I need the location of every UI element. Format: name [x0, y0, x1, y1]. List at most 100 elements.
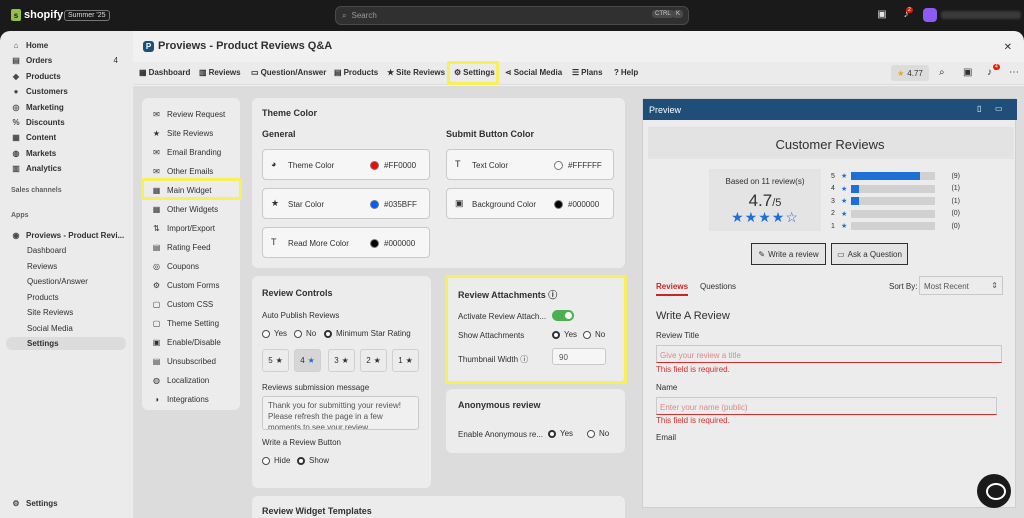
menu-review-request[interactable]: ✉ Review Request: [152, 107, 242, 121]
menu-enable-disable[interactable]: ▣ Enable/Disable: [152, 335, 242, 349]
menu-custom-css[interactable]: ▢ Custom CSS: [152, 297, 242, 311]
chat-bubble-icon[interactable]: [977, 474, 1011, 508]
menu-custom-forms[interactable]: ⚙ Custom Forms: [152, 278, 242, 292]
dashboard-icon: ▦: [139, 68, 147, 77]
store-icon[interactable]: ▣: [876, 9, 888, 21]
more-icon[interactable]: ⋯: [1009, 67, 1019, 78]
sidebar-item-marketing[interactable]: ◎ Marketing: [6, 101, 126, 114]
tab-label: Site Reviews: [396, 68, 446, 77]
menu-site-reviews[interactable]: ★ Site Reviews: [152, 126, 242, 140]
text-color-swatch[interactable]: [554, 161, 563, 170]
tab-questions[interactable]: Questions: [700, 282, 736, 291]
rating-badge[interactable]: ★ 4.77: [891, 65, 929, 81]
desktop-icon[interactable]: ▭: [995, 104, 1003, 113]
menu-integrations[interactable]: ◑ Integrations: [152, 392, 242, 406]
read-more-color-swatch[interactable]: [370, 239, 379, 248]
sales-channels-heading[interactable]: Sales channels: [11, 187, 62, 194]
sidebar-item-home[interactable]: ⌂ Home: [6, 39, 126, 52]
theme-color-swatch[interactable]: [370, 161, 379, 170]
avatar[interactable]: [923, 8, 937, 22]
menu-coupons[interactable]: ◎ Coupons: [152, 259, 242, 273]
mobile-icon[interactable]: ▯: [977, 104, 981, 113]
close-icon[interactable]: ✕: [1004, 42, 1012, 53]
tab-dashboard[interactable]: ▦ Dashboard: [139, 68, 190, 77]
sub-item-products[interactable]: Products: [6, 291, 126, 304]
anonymous-yes[interactable]: Yes: [548, 429, 573, 438]
apps-heading[interactable]: Apps: [11, 212, 29, 219]
sub-item-question-answer[interactable]: Question/Answer: [6, 275, 126, 288]
tab-products[interactable]: ▤ Products: [334, 68, 378, 77]
search-icon[interactable]: ⌕: [939, 67, 945, 78]
tab-social-media[interactable]: ⋖ Social Media: [505, 68, 562, 77]
sidebar-item-customers[interactable]: ● Customers: [6, 85, 126, 98]
theme-color-field[interactable]: ◕ Theme Color #FF0000: [262, 149, 430, 180]
sidebar-item-content[interactable]: ▦ Content: [6, 131, 126, 144]
gear-icon: ⚙: [12, 498, 20, 508]
widgets-icon: ▦: [152, 204, 161, 214]
sidebar-item-analytics[interactable]: ▥ Analytics: [6, 162, 126, 175]
user-name-blurred[interactable]: [941, 11, 1021, 19]
sidebar-item-settings[interactable]: ⚙ Settings: [6, 497, 126, 510]
auto-publish-no[interactable]: No: [294, 329, 316, 338]
tab-question-answer[interactable]: ▭ Question/Answer: [251, 68, 326, 77]
menu-label: Other Emails: [167, 166, 214, 176]
review-title-input[interactable]: Give your review a title: [656, 345, 1002, 363]
bar-fill: [851, 184, 859, 193]
write-review-button[interactable]: ✎ Write a review: [751, 243, 826, 265]
list-icon: ☰: [572, 68, 580, 77]
read-more-color-field[interactable]: T Read More Color #000000: [262, 227, 430, 258]
sidebar-item-products[interactable]: ◆ Products: [6, 70, 126, 83]
tab-label: Question/Answer: [260, 68, 327, 77]
write-button-show[interactable]: Show: [297, 456, 329, 465]
menu-email-branding[interactable]: ✉ Email Branding: [152, 145, 242, 159]
sub-item-settings[interactable]: Settings: [6, 337, 126, 350]
shopify-logo[interactable]: s shopify: [11, 9, 63, 21]
menu-import-export[interactable]: ⇅ Import/Export: [152, 221, 242, 235]
star-icon: ★: [841, 185, 848, 193]
sidebar-app-proviews[interactable]: ◉ Proviews - Product Revi...: [6, 229, 126, 242]
background-color-field[interactable]: ▣ Background Color #000000: [446, 188, 614, 219]
submission-message-input[interactable]: Thank you for submitting your review! Pl…: [262, 396, 419, 430]
star-5-button[interactable]: 5 ★: [262, 349, 289, 372]
menu-other-emails[interactable]: ✉ Other Emails: [152, 164, 242, 178]
star-4-button[interactable]: 4 ★: [294, 349, 321, 372]
star-3-button[interactable]: 3 ★: [328, 349, 355, 372]
menu-theme-setting[interactable]: ▢ Theme Setting: [152, 316, 242, 330]
background-color-swatch[interactable]: [554, 200, 563, 209]
write-button-hide[interactable]: Hide: [262, 456, 290, 465]
sub-item-dashboard[interactable]: Dashboard: [6, 244, 126, 257]
auto-publish-min-star[interactable]: Minimum Star Rating: [324, 329, 411, 338]
sidebar-item-markets[interactable]: ◍ Markets: [6, 147, 126, 160]
tab-reviews[interactable]: Reviews: [656, 282, 689, 296]
star-color-field[interactable]: ★ Star Color #035BFF: [262, 188, 430, 219]
text-color-field[interactable]: T Text Color #FFFFFF: [446, 149, 614, 180]
sub-item-site-reviews[interactable]: Site Reviews: [6, 306, 126, 319]
tab-help[interactable]: ? Help: [614, 68, 638, 77]
sidebar-item-discounts[interactable]: % Discounts: [6, 116, 126, 129]
name-input[interactable]: Enter your name (public): [656, 397, 997, 415]
auto-publish-yes[interactable]: Yes: [262, 329, 287, 338]
tab-site-reviews[interactable]: ★ Site Reviews: [387, 68, 445, 77]
sub-item-social-media[interactable]: Social Media: [6, 322, 126, 335]
tab-label: Reviews: [208, 68, 241, 77]
star-icon: ★: [405, 356, 413, 365]
sub-item-reviews[interactable]: Reviews: [6, 260, 126, 273]
star-2-button[interactable]: 2 ★: [360, 349, 387, 372]
menu-rating-feed[interactable]: ▤ Rating Feed: [152, 240, 242, 254]
star-color-swatch[interactable]: [370, 200, 379, 209]
menu-localization[interactable]: ◍ Localization: [152, 373, 242, 387]
tab-plans[interactable]: ☰ Plans: [572, 68, 603, 77]
search-input[interactable]: ⌕ Search CTRL K: [335, 6, 689, 25]
ask-question-button[interactable]: ▭ Ask a Question: [831, 243, 908, 265]
bell-icon[interactable]: ♪: [987, 67, 992, 78]
sidebar-item-orders[interactable]: ▤ Orders 4: [6, 54, 126, 67]
star-1-button[interactable]: 1 ★: [392, 349, 419, 372]
tab-reviews[interactable]: ▥ Reviews: [199, 68, 241, 77]
rating-bar-row: 4 ★ (1): [831, 184, 960, 194]
image-icon[interactable]: ▣: [963, 67, 972, 78]
menu-unsubscribed[interactable]: ▤ Unsubscribed: [152, 354, 242, 368]
tab-label: Social Media: [513, 68, 563, 77]
menu-other-widgets[interactable]: ▦ Other Widgets: [152, 202, 242, 216]
anonymous-no[interactable]: No: [587, 429, 609, 438]
sort-select[interactable]: Most Recent ⇕: [919, 276, 1003, 295]
